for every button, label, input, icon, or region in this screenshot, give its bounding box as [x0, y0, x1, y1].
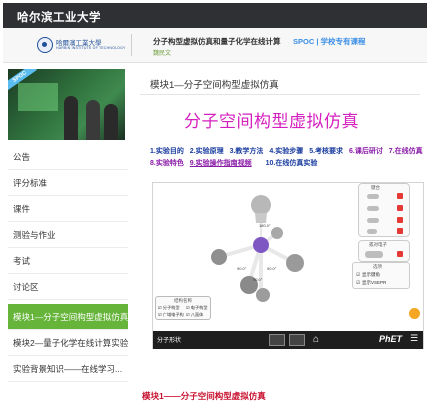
options-title: 选项 [373, 264, 382, 269]
lone-pair-lobe [255, 213, 267, 223]
bonding-panel-title: 键合 [371, 185, 380, 190]
sidebar-item-exam[interactable]: 考试 [8, 248, 128, 274]
options-panel: 选项 显示键角 显示VSEPR [352, 262, 410, 289]
structure-name-panel: 结构名称 分子构型 电子构型 广域电子构 八面体 [155, 296, 211, 320]
sidebar-item-quizzes[interactable]: 测验与作业 [8, 222, 128, 248]
double-bond-icon[interactable] [367, 206, 379, 211]
sidebar-item-background[interactable]: 实验背景知识——在线学习... [8, 356, 128, 382]
bonded-atom[interactable] [271, 227, 283, 239]
reset-all-button[interactable] [409, 308, 420, 319]
header-divider [131, 34, 132, 56]
top-navbar: 哈尔滨工业大学 [3, 3, 427, 28]
sim-navbar: 分子形状 ⌂ PhET ☰ [153, 331, 423, 349]
cover-person [64, 96, 78, 140]
remove-bond-button[interactable] [397, 217, 403, 223]
lone-pair-title: 孤对电子 [369, 242, 387, 247]
course-type-label: SPOC | 学校专有课程 [293, 37, 366, 46]
legend-label: 广域电子构 [158, 312, 184, 318]
link-experiment-principle[interactable]: 2.实验原理 [190, 148, 224, 155]
bonded-atom[interactable] [256, 288, 270, 302]
course-cover-image: SPOC [8, 69, 125, 140]
logo-subtext: HARBIN INSTITUTE OF TECHNOLOGY [56, 46, 126, 50]
screen-label: 分子形状 [157, 338, 182, 344]
bond-angle-label: 90.0° [237, 266, 247, 271]
remove-bond-button[interactable] [397, 193, 403, 199]
link-online-experiment[interactable]: 10.在线仿真实验 [266, 160, 318, 167]
link-guide-video[interactable]: 9.实验操作指南视频 [190, 160, 252, 167]
lone-pair-icon[interactable] [365, 251, 383, 258]
show-angles-checkbox[interactable]: 显示键角 [356, 272, 380, 278]
show-vsepr-checkbox[interactable]: 显示VSEPR [356, 280, 386, 286]
link-experiment-purpose[interactable]: 1.实验目的 [150, 148, 184, 155]
link-online-sim[interactable]: 7.在线仿真 [389, 148, 423, 155]
remove-lone-pair-button[interactable] [397, 251, 403, 257]
screen-thumbnail[interactable] [269, 334, 285, 346]
triple-bond-icon[interactable] [367, 218, 379, 223]
sidebar-item-discussion[interactable]: 讨论区 [8, 274, 128, 300]
menu-icon[interactable]: ☰ [410, 333, 418, 344]
link-discussion[interactable]: 6.课后研讨 [349, 148, 383, 155]
university-brand[interactable]: 哈尔滨工业大学 [17, 9, 101, 25]
sidebar-item-grading[interactable]: 评分标准 [8, 170, 128, 196]
remove-bond-button[interactable] [397, 205, 403, 211]
bonded-atom[interactable] [286, 254, 304, 272]
home-icon[interactable]: ⌂ [313, 334, 319, 346]
bonded-atom[interactable] [251, 195, 271, 215]
bonding-panel: 键合 [358, 183, 410, 237]
section-links-row1: 1.实验目的 2.实验原理 3.教学方法 4.实验步骤 5.考核要求 6.课后研… [150, 146, 427, 156]
link-features[interactable]: 8.实验特色 [150, 160, 184, 167]
sidebar-item-module2[interactable]: 模块2—量子化学在线计算实验 [8, 330, 128, 356]
structure-name-title: 结构名称 [174, 298, 192, 303]
lone-pair-panel: 孤对电子 [358, 240, 410, 262]
screen-thumbnail[interactable] [289, 334, 305, 346]
molecule-geometry-checkbox[interactable]: 分子构型 [158, 305, 180, 311]
sidebar-item-module1[interactable]: 模块1—分子空间构型虚拟仿真 [8, 304, 128, 330]
bond-angle-label: 90.0° [253, 277, 263, 282]
link-assessment[interactable]: 5.考核要求 [309, 148, 343, 155]
electron-geometry-checkbox[interactable]: 电子构型 [186, 305, 208, 311]
content-divider [140, 94, 420, 95]
phet-logo[interactable]: PhET [379, 334, 402, 344]
cover-person [86, 100, 100, 140]
sidebar-item-announcements[interactable]: 公告 [8, 144, 128, 170]
bonded-atom[interactable] [211, 249, 227, 265]
cover-person [104, 104, 118, 140]
single-bond-icon[interactable] [367, 194, 379, 199]
link-teaching-method[interactable]: 3.教学方法 [230, 148, 264, 155]
legend-label: 八面体 [186, 312, 204, 318]
link-experiment-steps[interactable]: 4.实验步骤 [269, 148, 303, 155]
figure-caption: 模块1——分子空间构型虚拟仿真 [142, 391, 266, 401]
cover-screen [18, 83, 58, 111]
course-title: 分子构型虚拟仿真和量子化学在线计算 [153, 37, 281, 46]
course-header: 哈爾濱工業大學 HARBIN INSTITUTE OF TECHNOLOGY 分… [3, 28, 427, 63]
module-title: 模块1—分子空间构型虚拟仿真 [150, 80, 279, 91]
bond-angle-label: 90.0° [267, 266, 277, 271]
bond-angle-label: 180.0° [259, 223, 271, 228]
central-atom[interactable] [253, 237, 269, 253]
university-logo[interactable]: 哈爾濱工業大學 HARBIN INSTITUTE OF TECHNOLOGY [37, 37, 125, 53]
sidebar-item-courseware[interactable]: 课件 [8, 196, 128, 222]
phet-simulation[interactable]: 90.0° 90.0° 90.0° 180.0° 键合 孤对电子 选项 显示键角… [152, 182, 424, 349]
quadruple-bond-icon[interactable] [367, 229, 377, 234]
section-links-row2: 8.实验特色 9.实验操作指南视频 10.在线仿真实验 [150, 158, 321, 168]
teacher-name[interactable]: 魏民文 [153, 48, 171, 57]
remove-bond-button[interactable] [397, 228, 403, 234]
page-title: 分子空间构型虚拟仿真 [184, 112, 359, 131]
university-seal-icon [37, 37, 53, 53]
